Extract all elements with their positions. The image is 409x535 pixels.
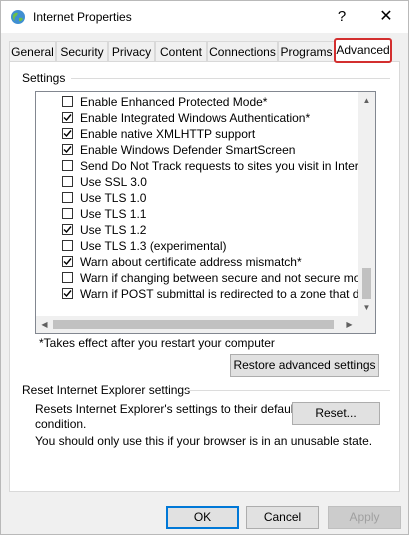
checkmark-icon (63, 114, 72, 122)
setting-label: Send Do Not Track requests to sites you … (80, 159, 359, 173)
settings-list[interactable]: Enable Enhanced Protected Mode* Enable In… (35, 91, 376, 334)
internet-properties-window: Internet Properties ? ✕ General Security… (0, 0, 409, 535)
settings-group-divider (71, 78, 390, 79)
scrollbar-corner (358, 316, 375, 333)
setting-label: Warn if POST submittal is redirected to … (80, 287, 359, 301)
setting-label: Use TLS 1.0 (80, 191, 147, 205)
checkbox-unchecked[interactable] (62, 208, 73, 219)
setting-row[interactable]: Send Do Not Track requests to sites you … (36, 158, 359, 174)
setting-row[interactable]: Use TLS 1.2 (36, 222, 359, 238)
reset-group-label: Reset Internet Explorer settings (22, 383, 191, 397)
scroll-left-arrow-icon[interactable]: ◀ (36, 316, 53, 333)
checkbox-unchecked[interactable] (62, 192, 73, 203)
settings-group-label: Settings (22, 71, 66, 85)
reset-description-line2: condition. (35, 417, 87, 431)
tab-content[interactable]: Content (155, 41, 207, 61)
checkmark-icon (63, 146, 72, 154)
setting-label: Use TLS 1.1 (80, 207, 147, 221)
close-button[interactable]: ✕ (373, 5, 399, 29)
setting-row[interactable]: Enable Enhanced Protected Mode* (36, 94, 359, 110)
ok-button[interactable]: OK (166, 506, 239, 529)
checkmark-icon (63, 130, 72, 138)
vertical-scroll-thumb[interactable] (362, 268, 371, 299)
setting-label: Use SSL 3.0 (80, 175, 147, 189)
setting-row[interactable]: Enable Windows Defender SmartScreen (36, 142, 359, 158)
tab-advanced[interactable]: Advanced (334, 38, 392, 63)
checkbox-unchecked[interactable] (62, 176, 73, 187)
setting-label: Use TLS 1.2 (80, 223, 147, 237)
settings-vertical-scrollbar[interactable]: ▲ ▼ (358, 92, 375, 316)
checkbox-checked[interactable] (62, 128, 73, 139)
setting-row[interactable]: Warn if POST submittal is redirected to … (36, 286, 359, 302)
setting-label: Warn if changing between secure and not … (80, 271, 359, 285)
settings-horizontal-scrollbar[interactable]: ◀ ▶ (36, 316, 358, 333)
checkmark-icon (63, 258, 72, 266)
tab-general[interactable]: General (9, 41, 56, 61)
setting-label: Enable Enhanced Protected Mode* (80, 95, 268, 109)
setting-label: Enable Integrated Windows Authentication… (80, 111, 311, 125)
scroll-right-arrow-icon[interactable]: ▶ (341, 316, 358, 333)
apply-button[interactable]: Apply (328, 506, 401, 529)
reset-button[interactable]: Reset... (292, 402, 380, 425)
tab-programs[interactable]: Programs (278, 41, 335, 61)
reset-warning: You should only use this if your browser… (35, 434, 373, 448)
horizontal-scroll-thumb[interactable] (53, 320, 334, 329)
setting-row[interactable]: Enable native XMLHTTP support (36, 126, 359, 142)
reset-group-divider (185, 390, 390, 391)
checkbox-checked[interactable] (62, 112, 73, 123)
checkbox-checked[interactable] (62, 224, 73, 235)
checkbox-checked[interactable] (62, 256, 73, 267)
checkmark-icon (63, 226, 72, 234)
setting-row[interactable]: Enable Integrated Windows Authentication… (36, 110, 359, 126)
setting-label: Warn about certificate address mismatch* (80, 255, 302, 269)
setting-row[interactable]: Use SSL 3.0 (36, 174, 359, 190)
setting-label: Enable Windows Defender SmartScreen (80, 143, 296, 157)
setting-label: Enable native XMLHTTP support (80, 127, 256, 141)
checkbox-unchecked[interactable] (62, 96, 73, 107)
title-bar: Internet Properties ? ✕ (1, 1, 408, 33)
setting-label: Use TLS 1.3 (experimental) (80, 239, 227, 253)
setting-row[interactable]: Use TLS 1.1 (36, 206, 359, 222)
window-title: Internet Properties (33, 10, 132, 24)
restore-advanced-settings-button[interactable]: Restore advanced settings (230, 354, 379, 377)
scroll-up-arrow-icon[interactable]: ▲ (358, 92, 375, 109)
checkbox-checked[interactable] (62, 144, 73, 155)
checkbox-unchecked[interactable] (62, 160, 73, 171)
setting-row[interactable]: Warn if changing between secure and not … (36, 270, 359, 286)
tab-privacy[interactable]: Privacy (108, 41, 155, 61)
setting-row[interactable]: Use TLS 1.0 (36, 190, 359, 206)
tab-security[interactable]: Security (56, 41, 108, 61)
setting-row[interactable]: Warn about certificate address mismatch* (36, 254, 359, 270)
tab-connections[interactable]: Connections (207, 41, 278, 61)
checkbox-unchecked[interactable] (62, 240, 73, 251)
help-button[interactable]: ? (330, 5, 354, 29)
cancel-button[interactable]: Cancel (246, 506, 319, 529)
restart-note: *Takes effect after you restart your com… (39, 336, 275, 350)
checkbox-unchecked[interactable] (62, 272, 73, 283)
scroll-down-arrow-icon[interactable]: ▼ (358, 299, 375, 316)
internet-globe-icon (10, 9, 26, 25)
reset-description-line1: Resets Internet Explorer's settings to t… (35, 402, 297, 416)
setting-row[interactable]: Use TLS 1.3 (experimental) (36, 238, 359, 254)
checkmark-icon (63, 290, 72, 298)
checkbox-checked[interactable] (62, 288, 73, 299)
